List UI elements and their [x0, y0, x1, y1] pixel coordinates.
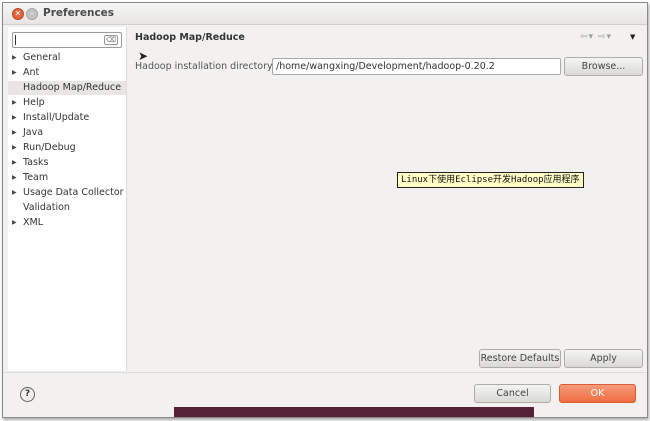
sidebar-item[interactable]: ▶ Ant	[8, 66, 126, 80]
expand-arrow-icon[interactable]: ▶	[12, 171, 17, 185]
sidebar-item-label: Install/Update	[23, 112, 90, 123]
sidebar-item-label: Validation	[23, 202, 70, 213]
expand-arrow-icon[interactable]: ▶	[12, 216, 17, 230]
expand-arrow-icon[interactable]: ▶	[12, 111, 17, 125]
sidebar-item-label: Run/Debug	[23, 142, 76, 153]
sidebar-item-label: Hadoop Map/Reduce	[23, 82, 122, 93]
sidebar-item[interactable]: ▶ Help	[8, 96, 126, 110]
minimize-window-button[interactable]: –	[26, 8, 38, 20]
filter-input[interactable]: ⌫	[12, 32, 122, 48]
expand-arrow-icon[interactable]: ▶	[12, 156, 17, 170]
apply-button[interactable]: Apply	[564, 349, 643, 368]
page-title: Hadoop Map/Reduce	[135, 32, 245, 43]
watermark-label: Linux下使用Eclipse开发Hadoop应用程序	[397, 172, 584, 188]
view-menu-icon[interactable]: ▼	[630, 33, 635, 41]
expand-arrow-icon[interactable]: ▶	[12, 51, 17, 65]
sidebar-item-label: General	[23, 52, 61, 63]
sidebar-item[interactable]: ▶ Tasks	[8, 156, 126, 170]
cancel-button[interactable]: Cancel	[474, 384, 551, 403]
help-icon[interactable]: ?	[20, 387, 35, 402]
hadoop-dir-input[interactable]: /home/wangxing/Development/hadoop-0.20.2	[272, 58, 561, 75]
background-terminal-strip	[174, 407, 534, 417]
hadoop-dir-label: Hadoop installation directory:	[135, 61, 276, 72]
sidebar-item[interactable]: ▶ Usage Data Collector	[8, 186, 126, 200]
sidebar-item-label: Team	[23, 172, 49, 183]
expand-arrow-icon[interactable]: ▶	[12, 141, 17, 155]
sidebar-item-label: XML	[23, 217, 43, 228]
sidebar-item[interactable]: ▶ Run/Debug	[8, 141, 126, 155]
sidebar-item-label: Usage Data Collector	[23, 187, 124, 198]
close-window-button[interactable]: ✕	[12, 8, 24, 20]
back-forward-nav-icon[interactable]: ⇦▾ ⇨▾	[580, 32, 612, 42]
ok-button[interactable]: OK	[559, 384, 636, 403]
sidebar-item-label: Help	[23, 97, 45, 108]
sidebar-item-label: Java	[23, 127, 44, 138]
text-cursor	[15, 35, 16, 45]
preferences-dialog: ✕ – Preferences ⌫ ▶ General ▶ Ant Hadoop Map…	[2, 2, 648, 418]
sidebar-item[interactable]: ▶ Java	[8, 126, 126, 140]
clear-filter-icon[interactable]: ⌫	[104, 35, 118, 45]
window-title: Preferences	[43, 7, 115, 19]
expand-arrow-icon[interactable]: ▶	[12, 96, 17, 110]
sidebar-item[interactable]: Validation	[8, 201, 126, 215]
sidebar-item[interactable]: ▶ Team	[8, 171, 126, 185]
expand-arrow-icon[interactable]: ▶	[12, 186, 17, 200]
sidebar-item-label: Ant	[23, 67, 40, 78]
sidebar-item[interactable]: Hadoop Map/Reduce	[8, 81, 126, 95]
sidebar-item-label: Tasks	[23, 157, 49, 168]
preference-tree: ⌫ ▶ General ▶ Ant Hadoop Map/Reduce ▶ Help ▶ Ins…	[8, 27, 127, 371]
sidebar-item[interactable]: ▶ XML	[8, 216, 126, 230]
mouse-pointer-icon: ➤	[138, 49, 149, 63]
expand-arrow-icon[interactable]: ▶	[12, 126, 17, 140]
sidebar-item[interactable]: ▶ Install/Update	[8, 111, 126, 125]
browse-button[interactable]: Browse...	[564, 57, 643, 76]
sidebar-item[interactable]: ▶ General	[8, 51, 126, 65]
title-bar: ✕ – Preferences	[3, 3, 647, 25]
restore-defaults-button[interactable]: Restore Defaults	[479, 349, 561, 368]
expand-arrow-icon[interactable]: ▶	[12, 66, 17, 80]
